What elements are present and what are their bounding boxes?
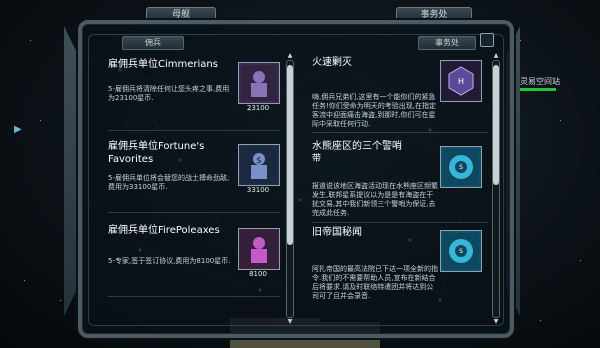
office-scrollbar[interactable]: ▲ ▼	[492, 53, 500, 325]
frame-left-bracket	[64, 26, 78, 316]
star-dot	[520, 40, 521, 41]
item-title: 雇佣兵单位Fortune's Favorites	[108, 141, 205, 165]
station-label[interactable]: 灵易空间站	[520, 76, 560, 87]
star-dot	[24, 280, 25, 281]
svg-text:S: S	[459, 164, 463, 171]
scroll-up-icon[interactable]: ▲	[286, 53, 294, 59]
star-dot	[540, 320, 541, 321]
item-price: 23100	[246, 104, 270, 112]
star-dot	[560, 120, 561, 121]
station-indicator-line	[520, 88, 556, 91]
star-dot	[30, 40, 31, 41]
item-price: 33100	[246, 186, 270, 194]
item-description: 嗨,佣兵兄弟们,这里有一个能你们的紧急任务!你们受命为明天的考验出现,在指定客流…	[312, 93, 437, 128]
item-description: 报道说该地区海盗活动现在水熊座区频繁发生,联邦星系提议以为是是有海盗在干扰交易,…	[312, 182, 438, 217]
item-divider	[312, 222, 488, 223]
office-panel-header: 事务处	[418, 36, 476, 50]
close-window-button[interactable]	[480, 33, 494, 47]
scroll-thumb[interactable]	[493, 65, 499, 185]
scroll-thumb[interactable]	[287, 65, 293, 245]
item-divider	[312, 132, 488, 133]
scroll-down-icon[interactable]: ▼	[286, 319, 294, 325]
item-price: 8100	[249, 270, 267, 278]
item-divider	[108, 212, 280, 213]
fortunes-favorites-emblem-icon[interactable]: $	[238, 144, 280, 186]
svg-text:H: H	[458, 77, 464, 86]
cimmerians-emblem-icon[interactable]	[238, 62, 280, 104]
item-description: 5-雇佣兵单位将会替您的战士搏命劲敌,费用为33100星币.	[108, 174, 230, 191]
star-dot	[40, 120, 41, 121]
star-dot	[580, 260, 581, 261]
star-dot	[60, 300, 61, 301]
svg-text:S: S	[459, 248, 463, 255]
firepoleaxes-emblem-icon[interactable]	[238, 228, 280, 270]
item-description: 阿扎帝国的最高法院已下达一项全新的指令.我们的不需要帮助人员,宣布在新结合后将要…	[312, 265, 438, 300]
hex-emblem-icon[interactable]: H	[440, 60, 482, 102]
mercenary-scrollbar[interactable]: ▲ ▼	[286, 53, 294, 325]
scroll-up-icon[interactable]: ▲	[492, 53, 500, 59]
stunbot-emblem-icon[interactable]: S	[440, 230, 482, 272]
svg-text:$: $	[256, 156, 262, 166]
item-description: 5-雇佣兵将清除任何让您头疼之事,费用为23100星币.	[108, 85, 230, 102]
stunbot-emblem-icon[interactable]: S	[440, 146, 482, 188]
scroll-down-icon[interactable]: ▼	[492, 319, 500, 325]
item-divider	[108, 296, 280, 297]
item-description: 5-专家,签于签订协议,费用为8100星币.	[108, 257, 231, 265]
expand-arrow-icon[interactable]: ▶	[14, 124, 22, 135]
item-divider	[108, 130, 280, 131]
mercenary-panel-header: 佣兵	[122, 36, 184, 50]
